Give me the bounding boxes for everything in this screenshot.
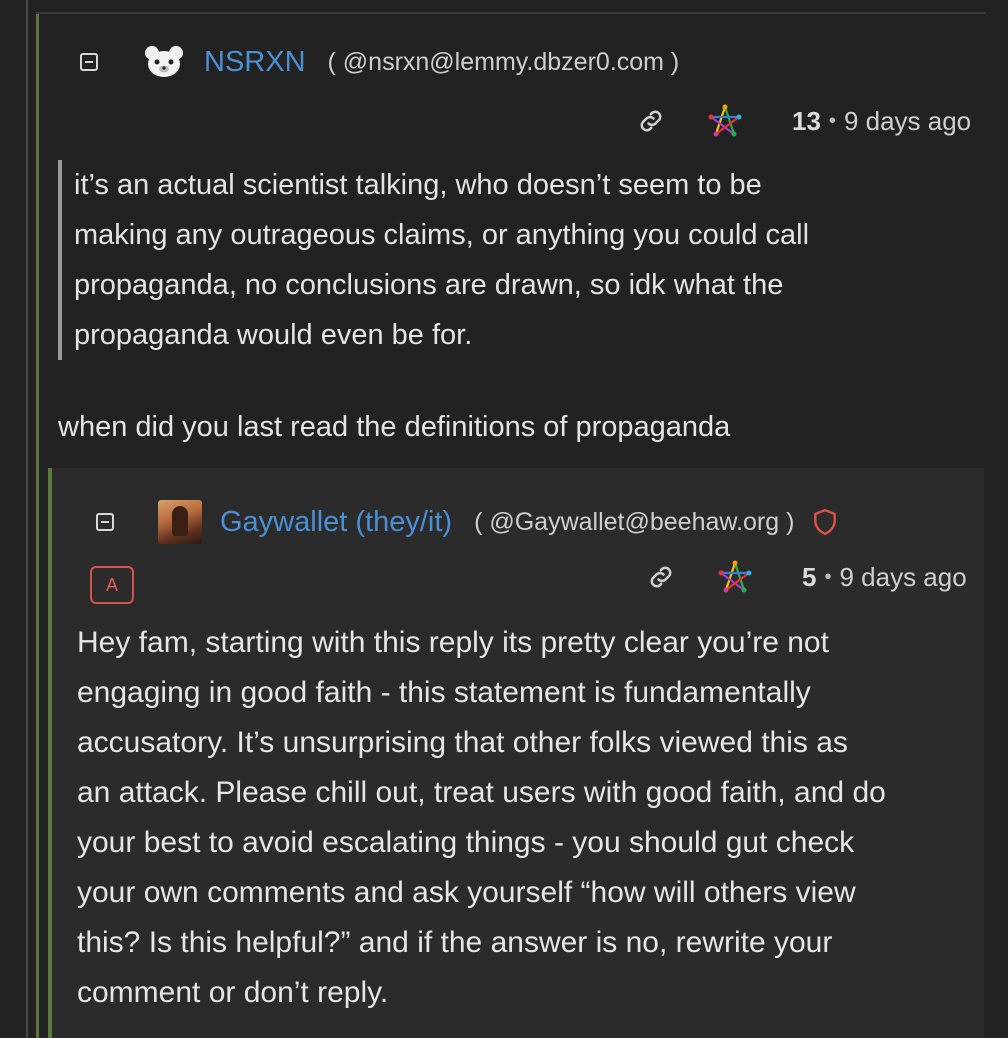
reply-author-link[interactable]: Gaywallet (they/it) — [220, 506, 452, 539]
reply-line: Hey fam, starting with this reply its pr… — [77, 626, 829, 659]
comment-age[interactable]: 9 days ago — [844, 106, 971, 137]
reply-line: your own comments and ask yourself “how … — [77, 876, 856, 909]
reply-header: Gaywallet (they/it) ( @Gaywallet@beehaw.… — [96, 500, 838, 544]
thread-indent-line — [36, 14, 39, 1038]
admin-badge: A — [90, 566, 134, 604]
comment-author-link[interactable]: NSRXN — [204, 46, 306, 79]
fediverse-icon[interactable] — [718, 560, 752, 594]
meta-separator: • — [824, 565, 832, 588]
comment-blockquote: it’s an actual scientist talking, who do… — [58, 160, 964, 360]
link-icon[interactable] — [646, 562, 676, 592]
reply-body: Hey fam, starting with this reply its pr… — [77, 618, 987, 1018]
comment-divider — [36, 12, 986, 14]
meta-separator: • — [828, 109, 836, 132]
reply-line: an attack. Please chill out, treat users… — [77, 776, 886, 809]
comment-score: 13 — [792, 105, 821, 136]
quote-line: making any outrageous claims, or anythin… — [74, 219, 810, 251]
comment-header: NSRXN ( @nsrxn@lemmy.dbzer0.com ) — [80, 44, 679, 80]
comment-author-handle: ( @nsrxn@lemmy.dbzer0.com ) — [327, 47, 680, 76]
quote-line: propaganda, no conclusions are drawn, so… — [74, 269, 784, 301]
reply-score: 5 — [802, 561, 817, 592]
fediverse-icon[interactable] — [708, 104, 742, 138]
avatar[interactable] — [142, 44, 186, 80]
link-icon[interactable] — [636, 106, 666, 136]
reply-line: comment or don’t reply. — [77, 976, 389, 1009]
collapse-icon[interactable] — [80, 53, 98, 71]
thread-indent-line — [48, 468, 52, 1038]
reply-age[interactable]: 9 days ago — [839, 562, 966, 593]
collapse-icon[interactable] — [96, 513, 114, 531]
comment-meta: 13 • 9 days ago — [636, 104, 971, 138]
quote-line: it’s an actual scientist talking, who do… — [74, 169, 762, 201]
reply-line: your best to avoid escalating things - y… — [77, 826, 855, 859]
avatar[interactable] — [158, 500, 202, 544]
comment-body: when did you last read the definitions o… — [58, 411, 731, 443]
reply-line: engaging in good faith - this statement … — [77, 676, 811, 709]
reply-line: accusatory. It’s unsurprising that other… — [77, 726, 848, 759]
quote-line: propaganda would even be for. — [74, 319, 473, 351]
thread-line — [26, 0, 28, 1038]
reply-author-handle: ( @Gaywallet@beehaw.org ) — [474, 507, 795, 536]
reply-line: this? Is this helpful?” and if the answe… — [77, 926, 833, 959]
reply-meta: 5 • 9 days ago — [646, 560, 967, 594]
shield-icon — [814, 508, 837, 536]
